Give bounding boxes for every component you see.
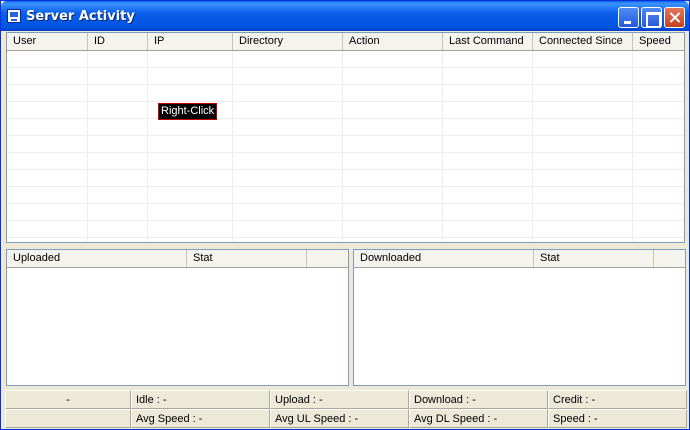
column-header-extra[interactable] <box>307 250 348 267</box>
server-app-icon[interactable] <box>7 9 21 23</box>
table-row[interactable] <box>7 187 684 204</box>
status-avg-ul-speed: Avg UL Speed : - <box>270 409 409 428</box>
status-bar-row-2: Avg Speed : - Avg UL Speed : - Avg DL Sp… <box>5 409 687 428</box>
connections-list-header: User ID IP Directory Action Last Command… <box>7 33 684 51</box>
status-idle: Idle : - <box>131 390 270 409</box>
table-row[interactable] <box>7 170 684 187</box>
table-row[interactable] <box>7 204 684 221</box>
column-header-uploaded[interactable]: Uploaded <box>7 250 187 267</box>
right-click-tooltip: Right-Click <box>158 103 218 120</box>
column-header-stat[interactable]: Stat <box>187 250 307 267</box>
column-header-user[interactable]: User <box>7 33 88 50</box>
table-row[interactable] <box>7 68 684 85</box>
window-title: Server Activity <box>26 9 135 24</box>
column-header-stat[interactable]: Stat <box>534 250 654 267</box>
status-credit: Credit : - <box>548 390 687 409</box>
maximize-button[interactable] <box>641 7 662 28</box>
status-connection: - <box>5 390 131 409</box>
status-avg-speed: Avg Speed : - <box>131 409 270 428</box>
server-activity-window: Server Activity User ID IP Directory Act… <box>0 0 690 430</box>
title-bar[interactable]: Server Activity <box>1 1 689 31</box>
downloaded-list[interactable]: Downloaded Stat <box>353 249 686 386</box>
table-row[interactable] <box>7 119 684 136</box>
column-header-last-command[interactable]: Last Command <box>443 33 533 50</box>
close-button[interactable] <box>664 7 685 28</box>
status-speed: Speed : - <box>548 409 687 428</box>
uploaded-list-header: Uploaded Stat <box>7 250 348 268</box>
status-download: Download : - <box>409 390 548 409</box>
column-header-id[interactable]: ID <box>88 33 148 50</box>
column-header-extra[interactable] <box>654 250 685 267</box>
table-row[interactable] <box>7 51 684 68</box>
status-avg-dl-speed: Avg DL Speed : - <box>409 409 548 428</box>
status-upload: Upload : - <box>270 390 409 409</box>
column-header-speed[interactable]: Speed <box>633 33 684 50</box>
minimize-button[interactable] <box>618 7 639 28</box>
connections-list[interactable]: User ID IP Directory Action Last Command… <box>6 32 685 243</box>
column-header-connected-since[interactable]: Connected Since <box>533 33 633 50</box>
column-header-action[interactable]: Action <box>343 33 443 50</box>
table-row[interactable] <box>7 221 684 238</box>
downloaded-list-header: Downloaded Stat <box>354 250 685 268</box>
column-header-ip[interactable]: IP <box>148 33 233 50</box>
table-row[interactable] <box>7 136 684 153</box>
column-header-downloaded[interactable]: Downloaded <box>354 250 534 267</box>
status-blank <box>5 409 131 428</box>
table-row[interactable] <box>7 153 684 170</box>
status-bar-row-1: - Idle : - Upload : - Download : - Credi… <box>5 390 687 409</box>
uploaded-list[interactable]: Uploaded Stat <box>6 249 349 386</box>
column-header-directory[interactable]: Directory <box>233 33 343 50</box>
table-row[interactable] <box>7 102 684 119</box>
table-row[interactable] <box>7 85 684 102</box>
